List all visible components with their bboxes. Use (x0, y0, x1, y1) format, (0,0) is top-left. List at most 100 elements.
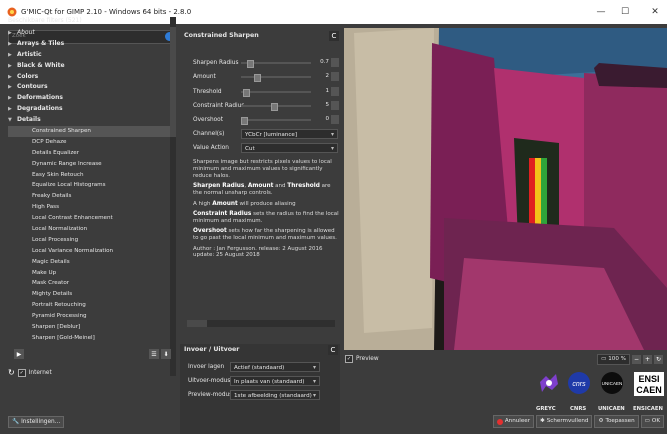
minimize-button[interactable]: — (589, 0, 613, 24)
filter-item[interactable]: Mighty Details (8, 289, 170, 300)
filter-category[interactable]: ▶ About (8, 28, 170, 39)
dialog-buttons: Annuleer ✱ Schermvullend ⚙ Toepassen ▭ OK (480, 415, 667, 428)
filter-item[interactable]: High Pass (8, 202, 170, 213)
filter-item[interactable]: Make Up (8, 268, 170, 279)
filter-item[interactable]: Constrained Sharpen (8, 126, 170, 137)
preview-image[interactable] (344, 28, 667, 350)
chevron-right-icon[interactable]: ▶ (8, 82, 17, 93)
param-spinbox[interactable]: 1 (313, 87, 339, 96)
slider-track[interactable] (241, 119, 311, 121)
filter-item[interactable]: Equalize Local Histograms (8, 180, 170, 191)
ensicaen-logo-top: ENSI (638, 374, 659, 384)
chevron-right-icon[interactable]: ▶ (8, 39, 17, 50)
param-spinbox[interactable]: 2 (313, 72, 339, 81)
settings-icon: 🔧 (12, 419, 20, 425)
param-slider[interactable] (241, 101, 311, 111)
filter-item[interactable]: Pyramid Processing (8, 311, 170, 322)
filter-item[interactable]: Easy Skin Retouch (8, 170, 170, 181)
filter-item[interactable]: Local Variance Normalization (8, 246, 170, 257)
spinbox-arrows-icon[interactable] (331, 115, 339, 124)
slider-handle[interactable] (241, 117, 248, 125)
ok-button[interactable]: ▭ OK (640, 415, 664, 428)
chevron-right-icon[interactable]: ▶ (8, 104, 17, 115)
hscroll-thumb[interactable] (187, 320, 207, 327)
slider-handle[interactable] (271, 103, 279, 111)
filter-item[interactable]: Sharpen [Deblur] (8, 322, 170, 333)
chevron-down-icon[interactable]: ▼ (8, 115, 17, 126)
add-favorite-button[interactable]: ▶ (14, 349, 24, 359)
chevron-right-icon[interactable]: ▶ (8, 72, 17, 83)
slider-track[interactable] (241, 91, 311, 93)
ok-label: OK (651, 418, 660, 424)
chevron-right-icon[interactable]: ▶ (8, 50, 17, 61)
filter-category[interactable]: ▶ Contours (8, 82, 170, 93)
scrollbar-thumb[interactable] (170, 27, 176, 137)
filter-category[interactable]: ▶ Deformations (8, 93, 170, 104)
chevron-right-icon[interactable]: ▶ (8, 93, 17, 104)
param-spinbox[interactable]: 0.7 (313, 58, 339, 67)
reset-params-button[interactable]: C (329, 31, 339, 41)
param-slider[interactable] (241, 58, 311, 68)
refresh-icon[interactable]: ↻ (8, 368, 15, 377)
apply-button[interactable]: ⚙ Toepassen (594, 415, 639, 428)
filter-item[interactable]: Local Contrast Enhancement (8, 213, 170, 224)
filter-item[interactable]: DCP Dehaze (8, 137, 170, 148)
zoom-out-icon[interactable]: − (632, 355, 641, 364)
internet-checkbox[interactable]: ✓ (17, 368, 26, 377)
filter-category[interactable]: ▶ Artistic (8, 50, 170, 61)
download-icon[interactable]: ⬇ (161, 349, 171, 359)
filter-item[interactable]: Sharpen [Gold-Meinel] (8, 333, 170, 344)
io-reset-button[interactable]: C (328, 345, 338, 355)
fullscreen-button[interactable]: ✱ Schermvullend (536, 415, 593, 428)
spinbox-arrows-icon[interactable] (331, 101, 339, 110)
filter-item[interactable]: Local Processing (8, 235, 170, 246)
param-slider[interactable] (241, 87, 311, 97)
filter-category-label: Degradations (17, 105, 63, 113)
param-slider[interactable] (241, 72, 311, 82)
settings-button[interactable]: 🔧 Instellingen... (8, 416, 65, 428)
params-hscrollbar[interactable] (187, 320, 335, 327)
slider-handle[interactable] (242, 89, 250, 97)
chevron-right-icon[interactable]: ▶ (8, 61, 17, 72)
preview-mode-select[interactable]: 1ste afbeelding (standaard) (230, 390, 320, 401)
slider-handle[interactable] (247, 60, 255, 68)
cancel-button[interactable]: Annuleer (492, 415, 535, 428)
filter-category[interactable]: ▼ Details (8, 115, 170, 126)
spinbox-arrows-icon[interactable] (331, 58, 339, 67)
slider-track[interactable] (241, 76, 311, 78)
filter-item[interactable]: Portrait Retouching (8, 300, 170, 311)
output-mode-select[interactable]: In plaats van (standaard) (230, 376, 320, 387)
channels-select[interactable]: YCbCr [luminance] (241, 129, 338, 140)
zoom-in-icon[interactable]: + (643, 355, 652, 364)
maximize-button[interactable]: ☐ (613, 0, 637, 24)
filter-item[interactable]: Magic Details (8, 257, 170, 268)
filter-category[interactable]: ▶ Black & White (8, 61, 170, 72)
close-button[interactable]: ✕ (643, 0, 667, 24)
filter-category[interactable]: ▶ Arrays & Tiles (8, 39, 170, 50)
filter-item[interactable]: Local Normalization (8, 224, 170, 235)
param-slider[interactable] (241, 115, 311, 125)
slider-handle[interactable] (253, 74, 261, 82)
spinbox-arrows-icon[interactable] (331, 72, 339, 81)
filter-item[interactable]: Dynamic Range Increase (8, 159, 170, 170)
cancel-icon (496, 418, 503, 425)
preview-checkbox[interactable]: ✓ (345, 355, 353, 363)
param-spinbox[interactable]: 0 (313, 115, 339, 124)
filter-item[interactable]: Mask Creator (8, 278, 170, 289)
preview-toggle[interactable]: ✓ Preview (345, 355, 379, 363)
chevron-right-icon[interactable]: ▶ (8, 28, 17, 39)
internet-toggle[interactable]: ↻ ✓ Internet (8, 368, 52, 377)
help-p2: Sharpen Radius, Amount and Threshold are… (193, 183, 331, 197)
zoom-level[interactable]: ▭ 100 % (597, 354, 630, 365)
fave-list-icon[interactable]: ☰ (149, 349, 159, 359)
input-layers-select[interactable]: Actief (standaard) (230, 362, 320, 373)
spinbox-arrows-icon[interactable] (331, 87, 339, 96)
filter-item[interactable]: Freaky Details (8, 191, 170, 202)
refresh-preview-icon[interactable]: ↻ (654, 355, 663, 364)
filter-category[interactable]: ▶ Colors (8, 72, 170, 83)
filter-scrollbar[interactable] (170, 17, 176, 376)
filter-category[interactable]: ▶ Degradations (8, 104, 170, 115)
value-action-select[interactable]: Cut (241, 143, 338, 154)
filter-item[interactable]: Details Equalizer (8, 148, 170, 159)
param-spinbox[interactable]: 5 (313, 101, 339, 110)
